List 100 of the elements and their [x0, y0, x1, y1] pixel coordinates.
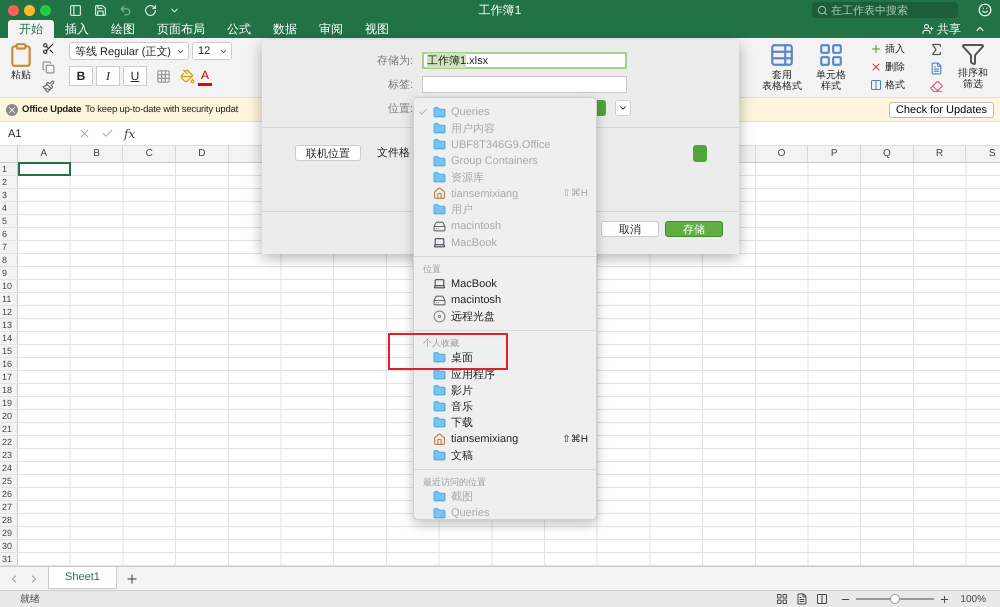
row-header: 29: [0, 527, 18, 539]
home-icon: [433, 432, 446, 446]
menu-item[interactable]: 音乐: [414, 398, 596, 415]
insert-function-button[interactable]: fx: [124, 126, 136, 140]
zoom-reading: 100%: [960, 594, 986, 604]
save-icon[interactable]: [94, 4, 107, 16]
check-updates-button[interactable]: Check for Updates: [888, 102, 994, 118]
minimize-window-button[interactable]: [24, 4, 35, 16]
ribbon-tab[interactable]: 插入: [54, 20, 100, 38]
delete-button[interactable]: 删除: [885, 60, 905, 74]
cut-icon[interactable]: [42, 42, 55, 55]
menu-item[interactable]: 文稿: [414, 447, 596, 464]
sort-filter-icon[interactable]: [961, 42, 985, 66]
row-header: 18: [0, 384, 18, 396]
ribbon-tab[interactable]: 视图: [354, 20, 400, 38]
insert-icon: [870, 43, 882, 55]
cell-styles-button[interactable]: 单元格 样式: [816, 70, 846, 92]
menu-item[interactable]: 远程光盘: [414, 308, 596, 325]
status-text: 就绪: [20, 592, 40, 606]
row-header: 4: [0, 202, 18, 214]
cancel-icon[interactable]: [78, 127, 91, 140]
tags-field[interactable]: [422, 76, 627, 93]
selected-cell: [18, 162, 71, 176]
row-header: 7: [0, 241, 18, 253]
menu-heading: 最近访问的位置: [422, 476, 487, 489]
font-size-field[interactable]: 12: [192, 42, 232, 60]
ribbon-tab[interactable]: 绘图: [100, 20, 146, 38]
format-button[interactable]: 格式: [885, 78, 905, 92]
online-locations-button[interactable]: 联机位置: [295, 145, 361, 161]
add-sheet-icon[interactable]: [124, 572, 139, 586]
folder-icon: [433, 351, 446, 364]
format-painter-icon[interactable]: [42, 80, 55, 93]
menu-item[interactable]: 桌面: [414, 350, 596, 366]
column-header: B: [70, 146, 124, 162]
location-label: 位置:: [386, 102, 413, 116]
file-name-field[interactable]: 工作簿1.xlsx: [422, 52, 627, 69]
copy-icon[interactable]: [42, 61, 55, 74]
page-break-icon[interactable]: [816, 593, 828, 605]
ribbon-tab[interactable]: 开始: [8, 20, 54, 38]
expand-button[interactable]: [615, 100, 631, 116]
format-as-table-button[interactable]: 套用 表格格式: [762, 70, 802, 92]
name-box[interactable]: A1: [8, 128, 68, 140]
bold-button[interactable]: B: [69, 66, 93, 86]
update-message: To keep up-to-date with security updat: [85, 104, 238, 115]
page-layout-icon[interactable]: [796, 593, 808, 605]
italic-button[interactable]: I: [96, 66, 120, 86]
zoom-in-icon[interactable]: [939, 594, 950, 604]
folder-icon: [433, 154, 446, 168]
undo-icon[interactable]: [119, 4, 132, 16]
column-header: O: [756, 146, 808, 162]
menu-item[interactable]: tiansemixiang ⇧⌘H: [414, 431, 596, 448]
insert-button[interactable]: 插入: [885, 42, 905, 56]
ribbon-tab[interactable]: 数据: [262, 20, 308, 38]
cell-styles-icon[interactable]: [818, 42, 844, 68]
font-name-field[interactable]: 等线 Regular (正文): [69, 42, 189, 60]
zoom-thumb[interactable]: [890, 594, 900, 604]
sort-filter-button[interactable]: 排序和 筛选: [958, 68, 988, 90]
ribbon-tab[interactable]: 公式: [216, 20, 262, 38]
clear-icon[interactable]: [930, 80, 943, 93]
menu-item[interactable]: macintosh: [414, 292, 596, 308]
cancel-button[interactable]: 取消: [601, 221, 659, 237]
menu-item[interactable]: 下载: [414, 414, 596, 432]
close-window-button[interactable]: [8, 4, 19, 16]
sheet-tab[interactable]: Sheet1: [48, 566, 117, 588]
folder-icon: [433, 122, 446, 135]
fill-color-icon[interactable]: [180, 68, 195, 84]
share-button[interactable]: 共享: [937, 20, 961, 38]
table-format-icon[interactable]: [769, 42, 795, 68]
folder-icon: [433, 400, 446, 414]
folder-icon: [433, 490, 446, 504]
menu-item[interactable]: 影片: [414, 382, 596, 398]
row-header: 26: [0, 488, 18, 500]
window-title: 工作簿1: [478, 2, 522, 18]
normal-view-icon[interactable]: [776, 593, 788, 605]
row-header: 5: [0, 215, 18, 227]
hard-drive-icon: [433, 294, 446, 307]
sidebar-icon[interactable]: [69, 4, 82, 16]
column-header: D: [176, 146, 229, 162]
folder-icon: [433, 138, 446, 152]
font-color-button[interactable]: A: [198, 66, 212, 86]
hard-drive-icon: [433, 220, 446, 233]
ribbon-tab[interactable]: 审阅: [308, 20, 354, 38]
paste-label: 粘贴: [11, 70, 31, 81]
folder-icon: [433, 106, 446, 119]
borders-icon[interactable]: [156, 68, 171, 84]
autosum-icon[interactable]: [929, 42, 944, 57]
underline-button[interactable]: U: [123, 66, 147, 86]
dismiss-icon[interactable]: [6, 104, 18, 116]
row-header: 21: [0, 423, 18, 435]
smiley-icon[interactable]: [978, 3, 992, 17]
location-stepper[interactable]: [597, 100, 606, 116]
file-format-stepper[interactable]: [693, 145, 707, 162]
menu-item[interactable]: MacBook: [414, 276, 596, 292]
ribbon-tab[interactable]: 页面布局: [146, 20, 216, 38]
redo-icon[interactable]: [144, 4, 157, 16]
zoom-window-button[interactable]: [40, 4, 51, 16]
fill-icon[interactable]: [930, 62, 943, 75]
row-header: 10: [0, 280, 18, 292]
search-field[interactable]: 在工作表中搜索: [812, 2, 958, 18]
folder-icon: [433, 203, 446, 216]
